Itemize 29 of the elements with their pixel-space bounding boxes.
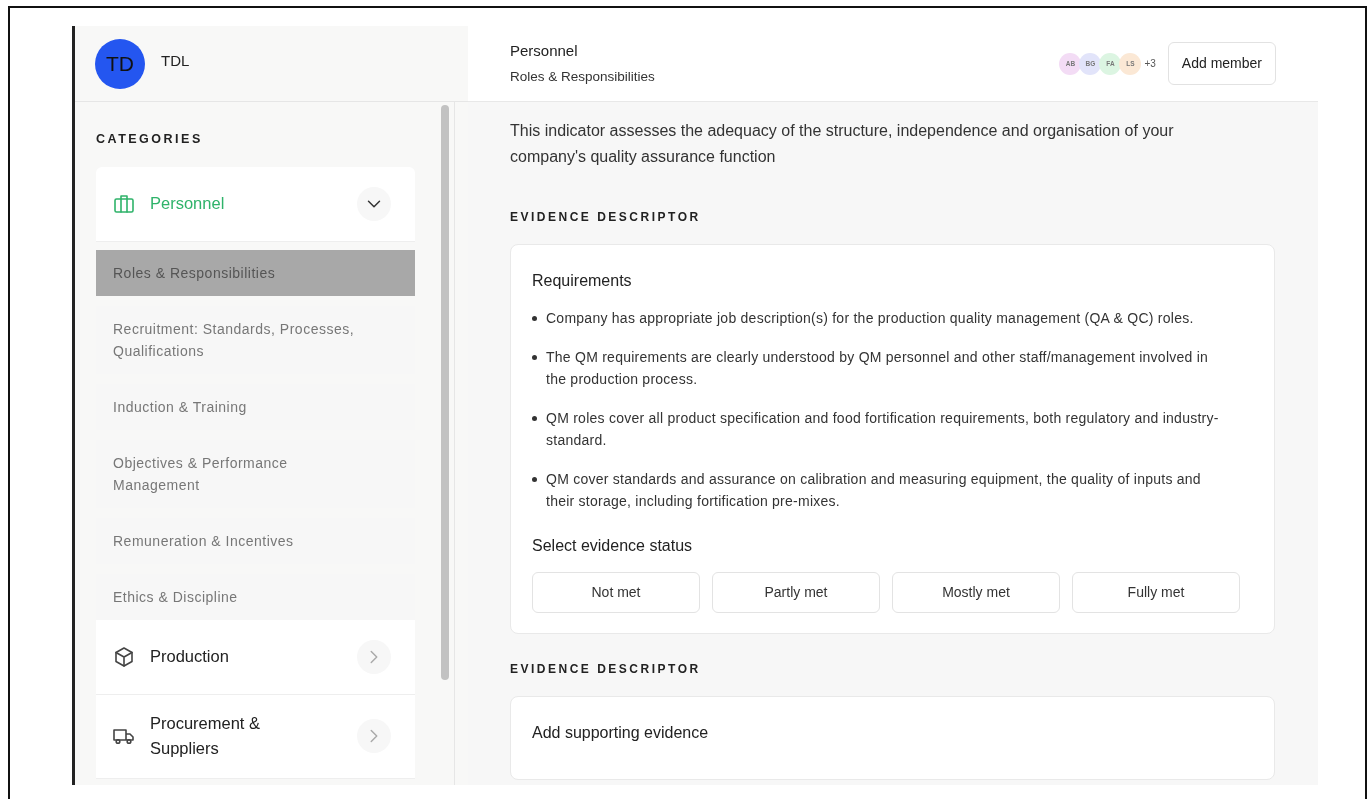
bullet-icon (532, 354, 537, 360)
section-heading: CATEGORIES (96, 131, 204, 148)
indicator-description: This indicator assesses the adequacy of the structure, independence and organisation of your company's quality assurance function (510, 121, 1175, 167)
requirement-text: QM cover standards and assurance on calibration and measuring equipment, the quality of inputs and their storage, including fortification pre-mixes. (546, 470, 1202, 511)
requirement-text: QM roles cover all product specification and food fortification requirements, both regulatory and industry-standard. (546, 409, 1220, 450)
bullet-icon (532, 476, 537, 482)
cube-icon (112, 644, 136, 669)
requirement-text: The QM requirements are clearly understood by QM personnel and other staff/management involved in the production process. (546, 348, 1210, 389)
bullet-icon (532, 315, 537, 321)
page-title: Personnel (510, 41, 579, 62)
status-button[interactable]: Fully met (1072, 572, 1240, 613)
status-button[interactable]: Partly met (712, 572, 880, 613)
scrollbar-thumb[interactable] (440, 105, 449, 680)
page-subtitle: Roles & Responsibilities (510, 67, 655, 86)
status-label: Select evidence status (532, 536, 694, 556)
status-button[interactable]: Mostly met (892, 572, 1060, 613)
category-item[interactable]: Production (96, 619, 415, 695)
card-title: Requirements (532, 271, 633, 291)
member-count: +3 (1144, 57, 1156, 71)
bullet-icon (532, 415, 537, 421)
category-item[interactable]: Procurement & Suppliers (96, 694, 415, 779)
section-heading: EVIDENCE DESCRIPTOR (510, 209, 702, 226)
requirement-text: Company has appropriate job description(s) for the production quality management (QA & QC) roles. (546, 309, 1194, 328)
workspace-name: TDL (161, 51, 190, 71)
add-member-button[interactable]: Add member (1167, 42, 1276, 85)
card-title: Add supporting evidence (532, 723, 710, 743)
section-heading: EVIDENCE DESCRIPTOR (510, 661, 702, 678)
status-button[interactable]: Not met (532, 572, 700, 613)
workspace-avatar: TD (95, 38, 145, 89)
